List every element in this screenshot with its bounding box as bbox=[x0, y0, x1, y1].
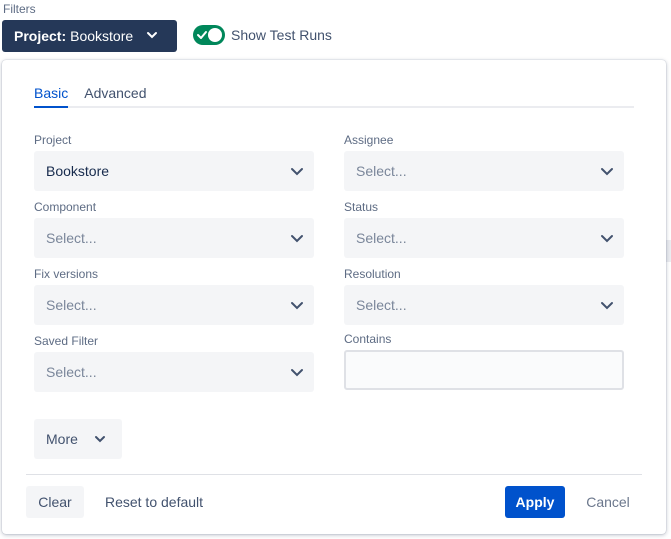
project-prefix: Project: bbox=[14, 28, 67, 44]
filters-label: Filters bbox=[3, 2, 36, 16]
project-select[interactable]: Bookstore bbox=[34, 151, 314, 191]
check-icon bbox=[197, 31, 207, 39]
tab-basic[interactable]: Basic bbox=[34, 85, 69, 108]
contains-field-label: Contains bbox=[344, 332, 392, 346]
status-field-label: Status bbox=[344, 200, 379, 214]
resolution-placeholder: Select... bbox=[356, 297, 407, 313]
chevron-down-icon bbox=[601, 302, 613, 310]
chevron-down-icon bbox=[291, 168, 303, 176]
chevron-down-icon bbox=[147, 32, 157, 39]
fix-versions-placeholder: Select... bbox=[46, 297, 97, 313]
more-button[interactable]: More bbox=[34, 419, 122, 459]
chevron-down-icon bbox=[291, 369, 303, 377]
reset-to-default-button[interactable]: Reset to default bbox=[94, 486, 214, 518]
project-selector-button[interactable]: Project: Bookstore bbox=[2, 20, 177, 52]
show-test-runs-control: Show Test Runs bbox=[193, 25, 332, 45]
chevron-down-icon bbox=[291, 302, 303, 310]
project-field-label: Project bbox=[34, 133, 72, 147]
project-value: Bookstore bbox=[70, 28, 134, 44]
assignee-select[interactable]: Select... bbox=[344, 151, 624, 191]
tab-advanced[interactable]: Advanced bbox=[84, 85, 146, 106]
fix-versions-field-label: Fix versions bbox=[34, 267, 99, 281]
status-placeholder: Select... bbox=[356, 230, 407, 246]
footer-divider bbox=[26, 474, 642, 475]
show-test-runs-toggle[interactable] bbox=[193, 25, 225, 45]
chevron-down-icon bbox=[601, 168, 613, 176]
component-field-label: Component bbox=[34, 200, 97, 214]
filter-panel: Basic Advanced Project Bookstore Assigne… bbox=[2, 60, 666, 534]
resolution-select[interactable]: Select... bbox=[344, 285, 624, 325]
toggle-knob bbox=[208, 28, 222, 42]
component-select[interactable]: Select... bbox=[34, 218, 314, 258]
apply-button[interactable]: Apply bbox=[505, 486, 565, 518]
saved-filter-select[interactable]: Select... bbox=[34, 352, 314, 392]
background-row-fragment bbox=[666, 240, 671, 262]
clear-button[interactable]: Clear bbox=[26, 486, 84, 518]
chevron-down-icon bbox=[95, 436, 105, 443]
more-label: More bbox=[46, 431, 78, 447]
fix-versions-select[interactable]: Select... bbox=[34, 285, 314, 325]
saved-filter-placeholder: Select... bbox=[46, 364, 97, 380]
cancel-button[interactable]: Cancel bbox=[576, 486, 640, 518]
contains-input[interactable] bbox=[344, 350, 624, 390]
assignee-placeholder: Select... bbox=[356, 163, 407, 179]
resolution-field-label: Resolution bbox=[344, 267, 401, 281]
component-placeholder: Select... bbox=[46, 230, 97, 246]
chevron-down-icon bbox=[291, 235, 303, 243]
saved-filter-field-label: Saved Filter bbox=[34, 334, 99, 348]
show-test-runs-label: Show Test Runs bbox=[231, 27, 332, 43]
chevron-down-icon bbox=[601, 235, 613, 243]
status-select[interactable]: Select... bbox=[344, 218, 624, 258]
assignee-field-label: Assignee bbox=[344, 133, 394, 147]
project-select-value: Bookstore bbox=[46, 163, 110, 179]
filter-tabs: Basic Advanced bbox=[34, 85, 634, 108]
